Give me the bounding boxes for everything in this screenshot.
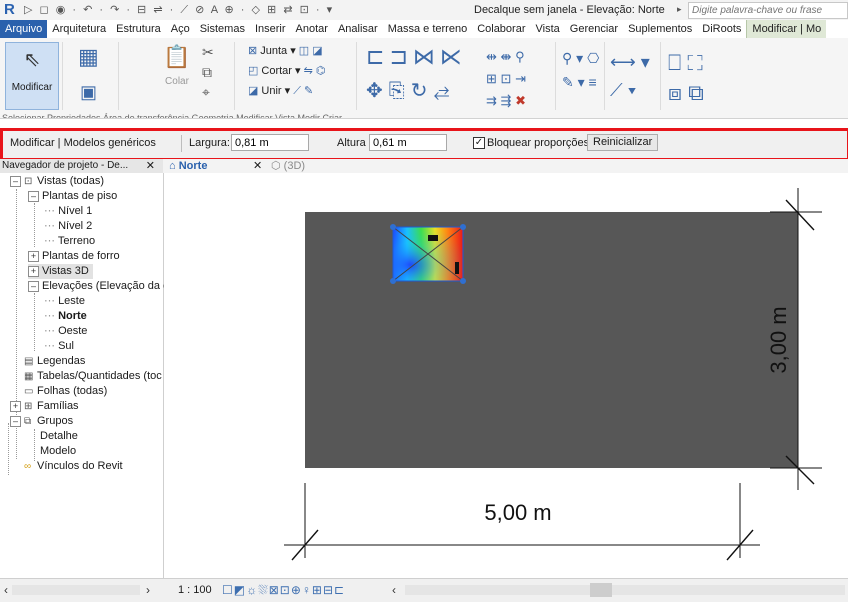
grip-handle[interactable] [390, 278, 396, 284]
browser-scrollbar[interactable] [12, 585, 140, 595]
scroll-right-icon[interactable]: › [146, 583, 150, 597]
visual-style-icon[interactable]: ◩ [234, 583, 246, 597]
crop-view-icon[interactable]: ⊠ [269, 583, 280, 597]
reveal-hidden-icon[interactable]: ⊞ [312, 583, 323, 597]
decal-thermal-image[interactable] [390, 224, 466, 284]
temp-hide-icon[interactable]: ♀ [302, 583, 312, 597]
sun-path-icon[interactable]: ☼ [246, 583, 258, 597]
decal-scale-bar [455, 262, 459, 274]
decal-dark-spot [428, 235, 438, 241]
dimension-tick [785, 455, 815, 485]
view-scrollbar[interactable] [405, 585, 845, 595]
annotation-overlay: 5,00 m 3,00 m [284, 188, 822, 561]
dimension-height-text[interactable]: 3,00 m [766, 306, 791, 373]
analytical-model-icon[interactable]: ⊟ [323, 583, 334, 597]
view-scroll-left-icon[interactable]: ‹ [392, 583, 396, 597]
show-crop-icon[interactable]: ⊡ [280, 583, 291, 597]
grip-handle[interactable] [460, 278, 466, 284]
dimension-width-text[interactable]: 5,00 m [484, 500, 551, 525]
dimension-tick [785, 199, 815, 231]
view-scale[interactable]: 1 : 100 [178, 584, 212, 596]
view-scrollbar-thumb[interactable] [590, 583, 612, 597]
shadows-icon[interactable]: ⛆ [258, 583, 269, 597]
grip-handle[interactable] [460, 224, 466, 230]
highlight-displacement-icon[interactable]: ⊏ [334, 583, 345, 597]
view-control-icons[interactable]: ☐◩☼⛆⊠⊡⊕♀⊞⊟⊏ [222, 583, 345, 598]
scroll-left-icon[interactable]: ‹ [4, 583, 8, 597]
detail-level-icon[interactable]: ☐ [222, 583, 234, 597]
unlock-3d-icon[interactable]: ⊕ [291, 583, 302, 597]
view-control-bar: ‹ › 1 : 100 ☐◩☼⛆⊠⊡⊕♀⊞⊟⊏ ‹ [0, 578, 848, 602]
grip-handle[interactable] [390, 224, 396, 230]
